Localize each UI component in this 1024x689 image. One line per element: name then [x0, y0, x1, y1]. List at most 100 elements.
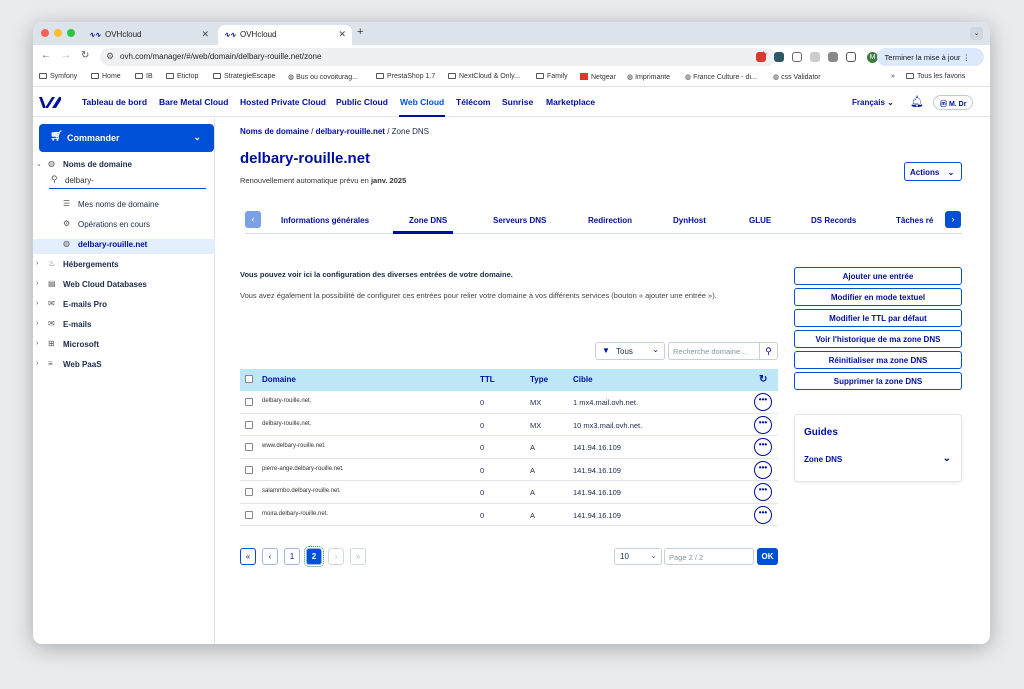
extension-abp-icon[interactable] [756, 52, 766, 62]
last-page-icon[interactable]: » [350, 548, 366, 565]
update-browser-button[interactable]: Terminer la mise à jour ⋮ [876, 48, 984, 66]
tab-glue[interactable]: GLUE [749, 216, 771, 225]
go-to-page-button[interactable]: OK [757, 548, 778, 565]
page-number-input[interactable]: Page 2 / 2 [664, 548, 754, 565]
tab-dynhost[interactable]: DynHost [673, 216, 706, 225]
close-tab-icon[interactable]: ✕ [201, 29, 209, 40]
commander-button[interactable]: 🛒︎ Commander ⌄ [39, 124, 214, 152]
breadcrumb-link[interactable]: Noms de domaine [240, 127, 309, 136]
chevron-down-icon[interactable]: ⌄ [943, 453, 951, 464]
column-header-domain[interactable]: Domaine [262, 375, 296, 384]
tab-taches-recentes[interactable]: Tâches ré [896, 216, 944, 225]
back-icon[interactable]: ← [41, 50, 51, 61]
browser-tab-2[interactable]: ∿∿ OVHcloud ✕ [218, 25, 352, 45]
column-header-target[interactable]: Cible [573, 375, 593, 384]
bookmark-item[interactable]: ◍ css Validator [773, 73, 821, 81]
sidebar-item-microsoft[interactable]: › ⊞ Microsoft [33, 339, 215, 353]
reload-icon[interactable]: ↻ [81, 50, 89, 61]
extensions-puzzle-icon[interactable] [846, 52, 856, 62]
reset-zone-button[interactable]: Réinitialiser ma zone DNS [794, 351, 962, 369]
bookmark-item[interactable]: StrategieEscape [213, 73, 275, 80]
bookmark-item[interactable]: Netgear [580, 73, 616, 81]
column-header-ttl[interactable]: TTL [480, 375, 495, 384]
bookmark-item[interactable]: Tous les favoris [906, 73, 965, 80]
first-page-icon[interactable]: « [240, 548, 256, 565]
zone-history-button[interactable]: Voir l'historique de ma zone DNS [794, 330, 962, 348]
ovh-logo-icon[interactable] [39, 96, 61, 109]
row-checkbox[interactable] [245, 465, 253, 474]
nav-telecom[interactable]: Télécom [456, 97, 491, 107]
add-entry-button[interactable]: Ajouter une entrée [794, 267, 962, 285]
default-ttl-button[interactable]: Modifier le TTL par défaut [794, 309, 962, 327]
bookmark-item[interactable]: PrestaShop 1.7 [376, 73, 435, 80]
bookmark-item[interactable]: ◍ Imprimante [627, 73, 670, 81]
sidebar-search-input[interactable]: ⚲ delbary- [49, 173, 206, 189]
breadcrumb-link[interactable]: delbary-rouille.net [316, 127, 385, 136]
nav-public-cloud[interactable]: Public Cloud [336, 97, 388, 107]
tab-search-icon[interactable]: ⌄ [970, 27, 983, 40]
tabs-scroll-right-icon[interactable]: › [945, 211, 961, 228]
maximize-window-icon[interactable] [67, 29, 75, 37]
sidebar-item-emails[interactable]: › ✉ E-mails [33, 319, 215, 333]
new-tab-icon[interactable]: + [357, 26, 363, 38]
row-checkbox[interactable] [245, 488, 253, 496]
extension-icon[interactable] [828, 52, 838, 62]
row-checkbox[interactable] [245, 420, 253, 429]
nav-tableau-de-bord[interactable]: Tableau de bord [82, 97, 147, 107]
refresh-icon[interactable]: ↻ [759, 374, 767, 385]
row-actions-icon[interactable]: ••• [754, 393, 772, 411]
forward-icon[interactable]: → [61, 50, 71, 61]
user-account-button[interactable]: ⓜ M. Dr [933, 95, 974, 110]
extension-icon[interactable] [792, 52, 802, 62]
extension-icon[interactable] [810, 52, 820, 62]
tab-serveurs-dns[interactable]: Serveurs DNS [493, 216, 546, 225]
sidebar-item-mes-noms-de-domaine[interactable]: ☰ Mes noms de domaine [33, 199, 215, 213]
column-header-type[interactable]: Type [530, 375, 548, 384]
tab-informations-generales[interactable]: Informations générales [281, 216, 369, 225]
guide-link-zone-dns[interactable]: Zone DNS [804, 455, 842, 464]
row-checkbox[interactable] [245, 510, 253, 519]
bookmarks-overflow-icon[interactable]: » [891, 73, 895, 80]
row-actions-icon[interactable]: ••• [754, 438, 772, 456]
text-mode-button[interactable]: Modifier en mode textuel [794, 288, 962, 306]
nav-marketplace[interactable]: Marketplace [546, 97, 595, 107]
tab-redirection[interactable]: Redirection [588, 216, 632, 225]
site-settings-icon[interactable]: ⚙ [106, 51, 114, 62]
bookmark-item[interactable]: NextCloud & Only... [448, 73, 520, 80]
sidebar-item-noms-de-domaine[interactable]: ⌄ ◍ Noms de domaine [33, 159, 215, 173]
browser-tab-1[interactable]: ∿∿ OVHcloud ✕ [83, 25, 215, 45]
tab-ds-records[interactable]: DS Records [811, 216, 856, 225]
sidebar-item-web-cloud-databases[interactable]: › ▤ Web Cloud Databases [33, 279, 215, 293]
sidebar-item-web-paas[interactable]: › ≡ Web PaaS [33, 359, 215, 373]
nav-bare-metal-cloud[interactable]: Bare Metal Cloud [159, 97, 228, 107]
previous-page-icon[interactable]: ‹ [262, 548, 278, 565]
delete-zone-button[interactable]: Supprimer la zone DNS [794, 372, 962, 390]
bookmark-item[interactable]: Symfony [39, 73, 77, 80]
per-page-select[interactable]: 10 ⌄ [614, 548, 662, 565]
next-page-icon[interactable]: › [328, 548, 344, 565]
nav-web-cloud[interactable]: Web Cloud [400, 97, 444, 107]
sidebar-item-delbary-rouille[interactable]: ◍ delbary-rouille.net [33, 239, 215, 254]
tab-zone-dns[interactable]: Zone DNS [409, 216, 447, 225]
bookmark-item[interactable]: ◍ Bus ou covoiturag... [288, 73, 358, 81]
domain-search-input[interactable]: Recherche domaine... ⚲ [668, 342, 778, 360]
tabs-scroll-left-icon[interactable]: ‹ [245, 211, 261, 228]
page-button[interactable]: 1 [284, 548, 300, 565]
bookmark-item[interactable]: Family [536, 73, 568, 80]
row-actions-icon[interactable]: ••• [754, 483, 772, 501]
sidebar-item-hebergements[interactable]: › ♨ Hébergements [33, 259, 215, 273]
close-window-icon[interactable] [41, 29, 49, 37]
bookmark-item[interactable]: ◍ France Culture - di... [685, 73, 757, 81]
extension-icon[interactable] [774, 52, 784, 62]
nav-sunrise[interactable]: Sunrise [502, 97, 533, 107]
nav-hosted-private-cloud[interactable]: Hosted Private Cloud [240, 97, 326, 107]
row-actions-icon[interactable]: ••• [754, 415, 772, 434]
minimize-window-icon[interactable] [54, 29, 62, 37]
row-actions-icon[interactable]: ••• [754, 460, 772, 479]
url-field[interactable]: ⚙ ovh.com/manager/#/web/domain/delbary-r… [100, 48, 776, 66]
actions-button[interactable]: Actions ⌄ [904, 162, 962, 181]
page-button-current[interactable]: 2 [304, 546, 324, 567]
bookmark-item[interactable]: Home [91, 73, 121, 80]
row-checkbox[interactable] [245, 398, 253, 406]
row-checkbox[interactable] [245, 443, 253, 451]
